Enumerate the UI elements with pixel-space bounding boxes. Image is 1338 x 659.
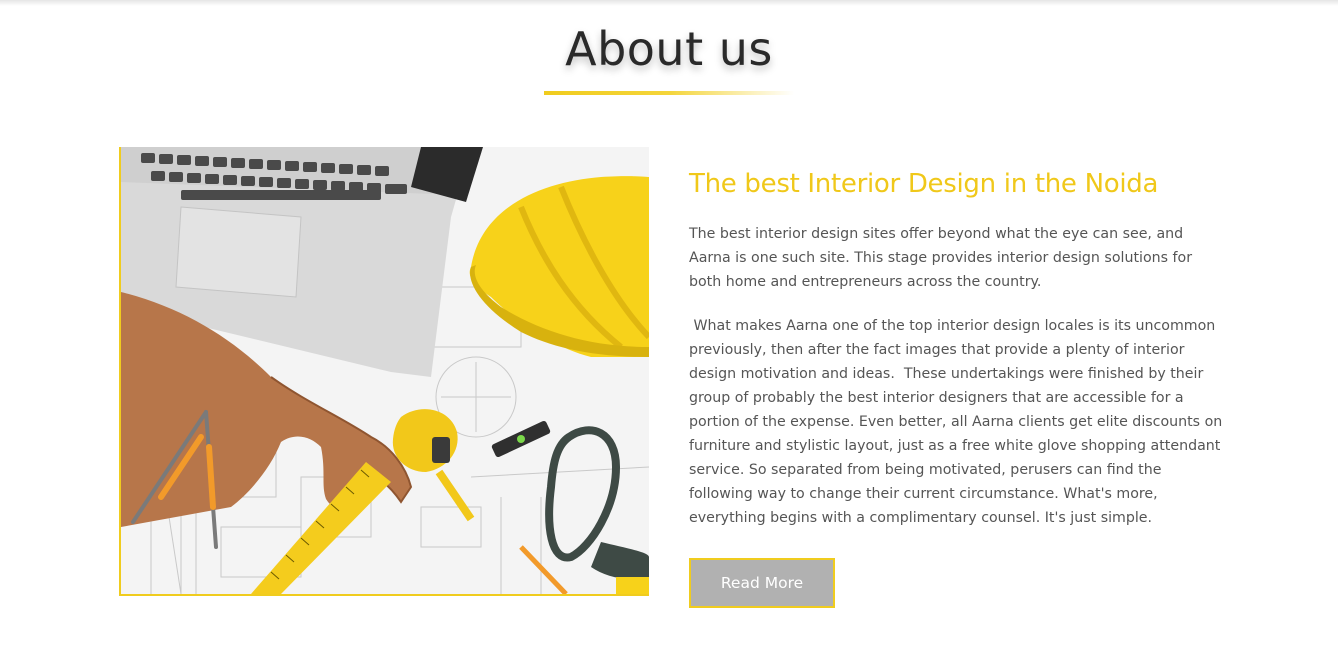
title-underline <box>544 91 794 95</box>
section-title: About us <box>565 22 773 76</box>
about-photo <box>119 147 649 596</box>
about-heading: The best Interior Design in the Noida <box>689 169 1159 199</box>
about-content: The best Interior Design in the Noida Th… <box>689 166 1229 608</box>
header-shadow <box>0 0 1338 6</box>
about-paragraph-2: What makes Aarna one of the top interior… <box>689 318 1227 526</box>
about-paragraph-1: The best interior design sites offer bey… <box>689 226 1197 290</box>
read-more-button[interactable]: Read More <box>689 558 835 608</box>
